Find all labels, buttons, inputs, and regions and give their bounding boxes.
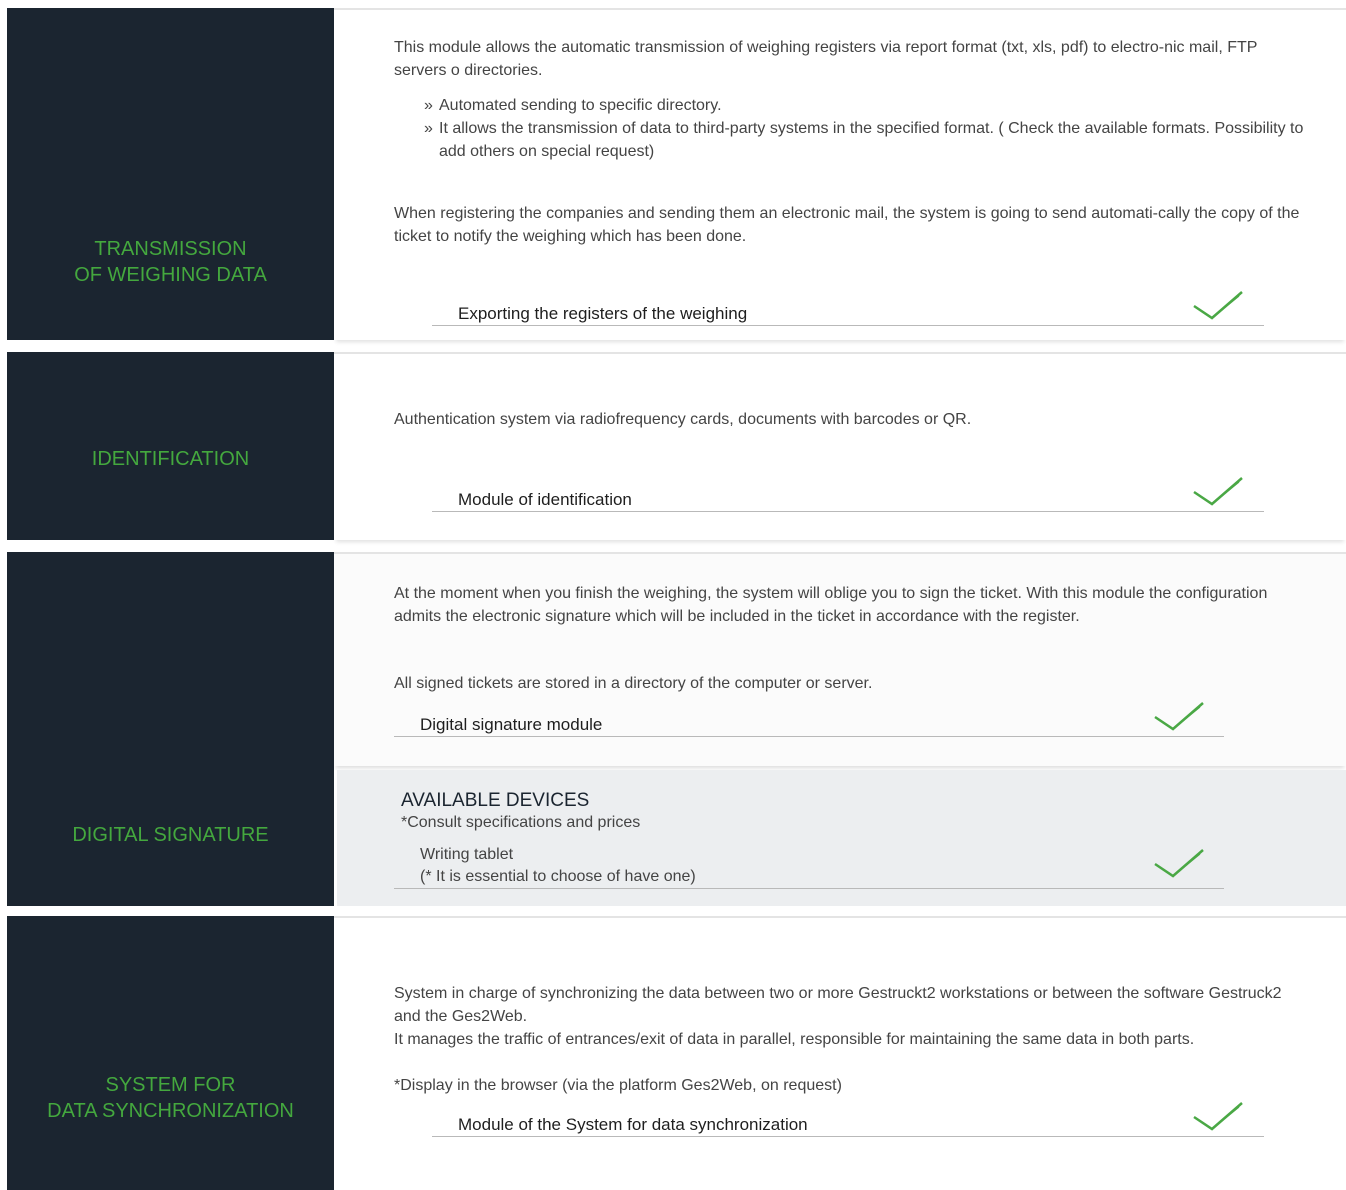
devices-heading: AVAILABLE DEVICES [401,790,590,811]
section-title-panel: DIGITAL SIGNATURE [7,552,334,906]
feature-row: Module of the System for data synchroniz… [432,1106,1264,1137]
bullet-list: Automated sending to specific directory.… [424,94,1306,163]
checkmark-icon [1153,846,1205,882]
feature-row: Digital signature module [394,706,1224,737]
paragraph: At the moment when you finish the weighi… [394,585,1268,625]
section-transmission: TRANSMISSION OF WEIGHING DATA This modul… [0,8,1346,340]
list-item: It allows the transmission of data to th… [424,117,1306,163]
section-content: This module allows the automatic transmi… [334,8,1346,340]
paragraph: It manages the traffic of entrances/exit… [394,1031,1195,1048]
section-title-panel: TRANSMISSION OF WEIGHING DATA [7,8,334,340]
paragraph: When registering the companies and sendi… [394,205,1300,245]
section-content: System in charge of synchronizing the da… [334,916,1346,1190]
signature-panel: At the moment when you finish the weighi… [334,554,1346,766]
feature-label: Digital signature module [420,715,603,734]
paragraph: *Display in the browser (via the platfor… [394,1077,842,1094]
device-name: Writing tablet [420,846,514,863]
section-content: Authentication system via radiofrequency… [334,352,1346,540]
section-title: TRANSMISSION OF WEIGHING DATA [74,238,267,286]
device-note: (* It is essential to choose of have one… [420,868,696,885]
checkmark-icon [1153,699,1205,735]
checkmark-icon [1192,474,1244,510]
paragraph: This module allows the automatic transmi… [394,39,1258,79]
section-content: At the moment when you finish the weighi… [334,552,1346,906]
checkmark-icon [1192,1099,1244,1135]
checkmark-icon [1192,288,1244,324]
section-digital-signature: DIGITAL SIGNATURE At the moment when you… [0,552,1346,906]
devices-note: *Consult specifications and prices [401,814,641,831]
paragraph: System in charge of synchronizing the da… [394,985,1282,1025]
section-title-panel: IDENTIFICATION [7,352,334,540]
feature-row: Exporting the registers of the weighing [432,295,1264,326]
feature-row: Module of identification [432,481,1264,512]
feature-label: Module of the System for data synchroniz… [458,1115,808,1134]
section-title: IDENTIFICATION [91,448,250,470]
section-title: DIGITAL SIGNATURE [72,824,269,846]
device-item: Writing tablet (* It is essential to cho… [394,844,1224,889]
section-title-panel: SYSTEM FOR DATA SYNCHRONIZATION [7,916,334,1190]
paragraph: All signed tickets are stored in a direc… [394,675,873,692]
section-title: SYSTEM FOR DATA SYNCHRONIZATION [47,1074,294,1122]
paragraph: Authentication system via radiofrequency… [394,411,972,428]
feature-label: Exporting the registers of the weighing [458,304,748,323]
devices-panel: AVAILABLE DEVICES *Consult specification… [337,770,1346,906]
feature-label: Module of identification [458,490,632,509]
list-item: Automated sending to specific directory. [424,94,1306,117]
section-data-synchronization: SYSTEM FOR DATA SYNCHRONIZATION System i… [0,916,1346,1190]
section-identification: IDENTIFICATION Authentication system via… [0,352,1346,540]
